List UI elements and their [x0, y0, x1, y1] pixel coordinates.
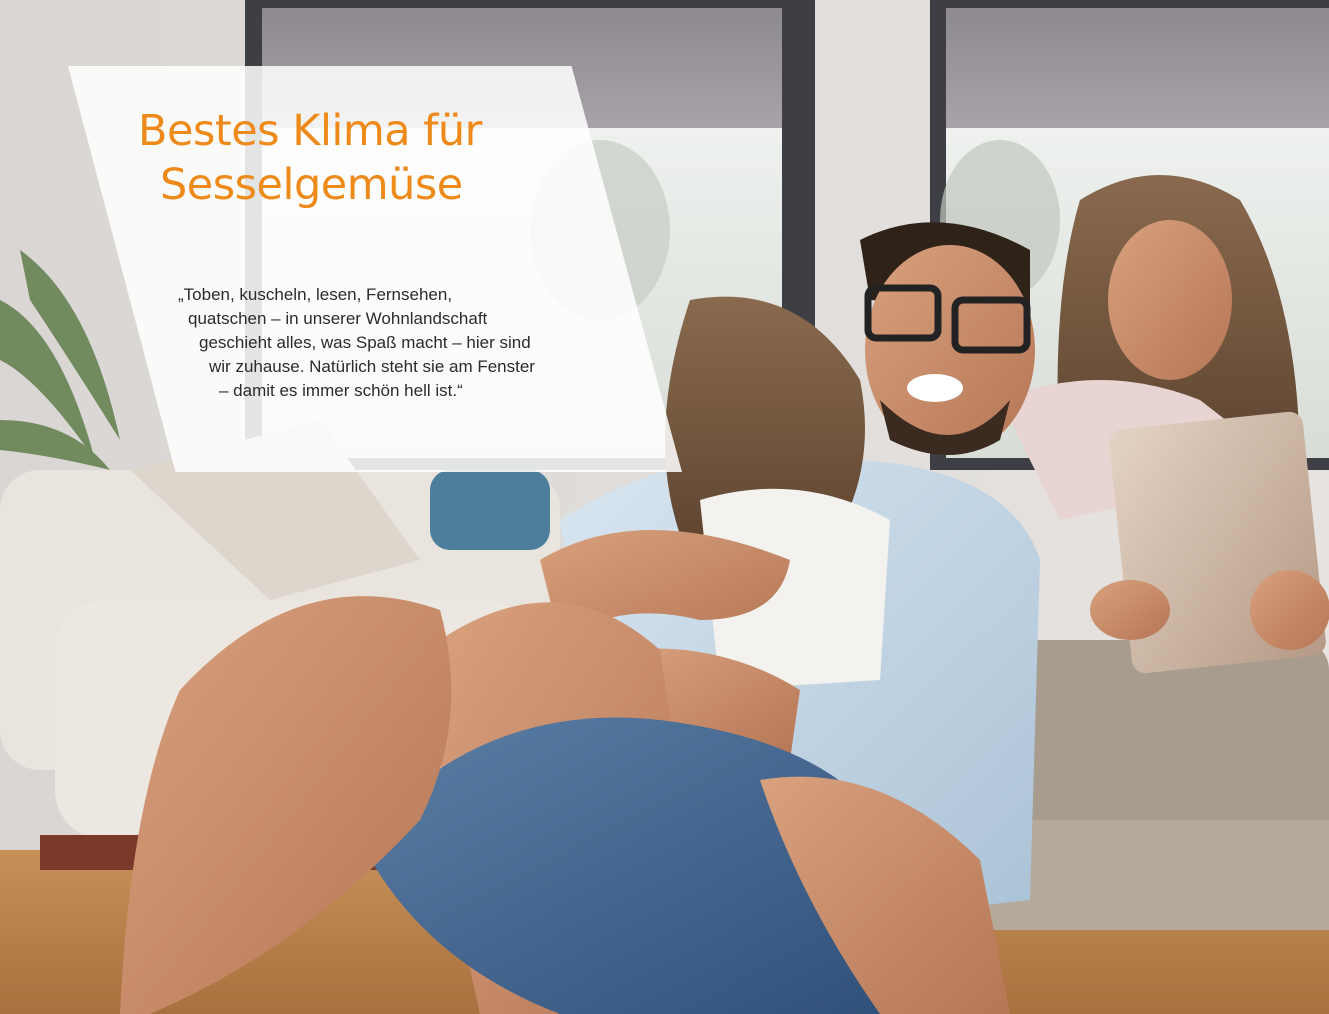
quote-line: „Toben, kuscheln, lesen, Fernsehen, [178, 285, 453, 304]
quote-line: – damit es immer schön hell ist.“ [219, 381, 463, 400]
page-headline: Bestes Klima für Sesselgemüse [138, 104, 482, 212]
quote-line: geschieht alles, was Spaß macht – hier s… [199, 333, 531, 352]
headline-line-1: Bestes Klima für [138, 106, 482, 156]
quote-line: quatschen – in unserer Wohnlandschaft [188, 309, 488, 328]
testimonial-quote: „Toben, kuscheln, lesen, Fernsehen, quat… [178, 283, 535, 403]
headline-line-2: Sesselgemüse [160, 160, 463, 210]
quote-line: wir zuhause. Natürlich steht sie am Fens… [209, 357, 535, 376]
